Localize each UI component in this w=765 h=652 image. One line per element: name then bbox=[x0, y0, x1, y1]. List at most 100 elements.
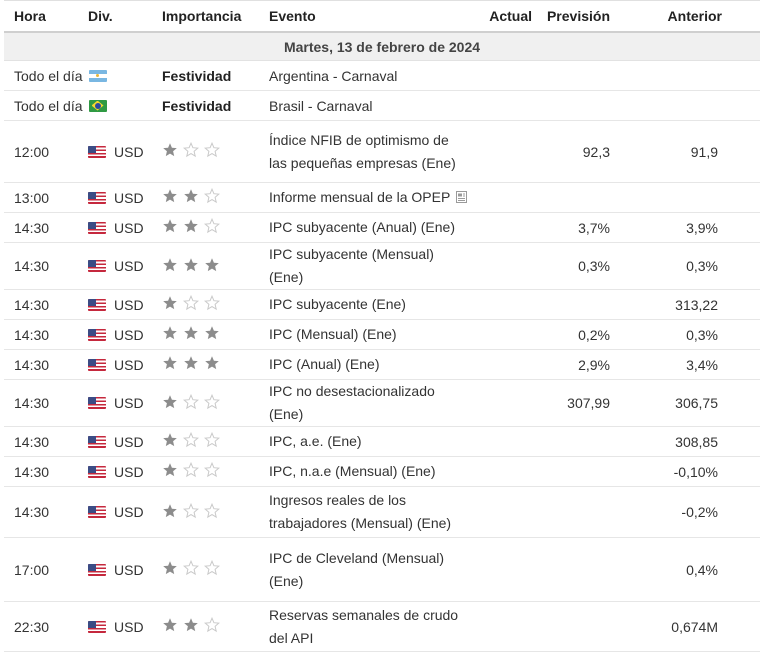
event-row[interactable]: 14:30 USD IPC subyacente (Mensual) (Ene) 0,… bbox=[4, 242, 760, 290]
star-empty-icon bbox=[204, 295, 220, 311]
us-flag-icon bbox=[88, 620, 106, 633]
event-currency: USD bbox=[114, 395, 144, 411]
event-row[interactable]: 14:30 USD IPC (Anual) (Ene) 2,9% 3,4% bbox=[4, 349, 760, 380]
event-row[interactable]: 12:00 USD Índice NFIB de optimismo de las … bbox=[4, 120, 760, 183]
event-forecast: 92,3 bbox=[532, 120, 630, 183]
importance-stars bbox=[162, 325, 220, 341]
document-icon[interactable] bbox=[456, 187, 468, 203]
event-row[interactable]: 22:30 USD Reservas semanales de crudo del … bbox=[4, 601, 760, 652]
holiday-actual bbox=[474, 90, 532, 121]
event-row[interactable]: 14:30 USD IPC subyacente (Ene) 313,22 bbox=[4, 289, 760, 320]
star-empty-icon bbox=[183, 295, 199, 311]
holiday-time: Todo el día bbox=[14, 97, 83, 114]
event-name[interactable]: Índice NFIB de optimismo de las pequeñas… bbox=[269, 132, 456, 171]
event-name[interactable]: IPC (Anual) (Ene) bbox=[269, 356, 379, 372]
header-row: Hora Div. Importancia Evento Actual Prev… bbox=[4, 0, 760, 33]
event-currency: USD bbox=[114, 143, 144, 160]
header-forecast[interactable]: Previsión bbox=[532, 0, 630, 33]
event-currency: USD bbox=[114, 463, 144, 480]
star-filled-icon bbox=[204, 355, 220, 371]
header-previous[interactable]: Anterior bbox=[630, 0, 760, 33]
event-row[interactable]: 17:00 USD IPC de Cleveland (Mensual) (Ene)… bbox=[4, 537, 760, 602]
event-actual bbox=[474, 601, 532, 652]
economic-calendar: Hora Div. Importancia Evento Actual Prev… bbox=[4, 0, 760, 652]
event-name-cell: IPC subyacente (Ene) bbox=[262, 289, 474, 320]
holiday-previous bbox=[630, 90, 760, 121]
holiday-row: Todo el día Festividad Brasil - Carnaval bbox=[4, 90, 760, 121]
holiday-row: Todo el día Festividad Argentina - Carnava… bbox=[4, 60, 760, 91]
header-actual[interactable]: Actual bbox=[474, 0, 532, 33]
event-name-cell: Ingresos reales de los trabajadores (Men… bbox=[262, 486, 474, 538]
star-empty-icon bbox=[204, 502, 220, 519]
importance-stars bbox=[162, 617, 220, 633]
star-filled-icon bbox=[183, 617, 199, 633]
star-filled-icon bbox=[162, 432, 178, 448]
us-flag-icon bbox=[88, 563, 106, 576]
event-currency-cell: USD bbox=[80, 242, 156, 290]
holiday-event[interactable]: Argentina - Carnaval bbox=[262, 60, 474, 91]
event-previous: 3,9% bbox=[630, 212, 760, 243]
holiday-flag bbox=[88, 68, 115, 84]
event-actual bbox=[474, 120, 532, 183]
event-name[interactable]: IPC, a.e. (Ene) bbox=[269, 433, 362, 449]
event-previous: 308,85 bbox=[630, 426, 760, 457]
event-name[interactable]: IPC, n.a.e (Mensual) (Ene) bbox=[269, 463, 436, 479]
event-row[interactable]: 14:30 USD IPC (Mensual) (Ene) 0,2% 0,3% bbox=[4, 319, 760, 350]
event-actual bbox=[474, 349, 532, 380]
event-importance bbox=[156, 242, 262, 290]
event-name[interactable]: IPC subyacente (Anual) (Ene) bbox=[269, 219, 455, 235]
star-filled-icon bbox=[183, 188, 199, 204]
star-filled-icon bbox=[162, 142, 178, 158]
event-forecast bbox=[532, 456, 630, 487]
importance-stars bbox=[162, 355, 220, 371]
event-currency: USD bbox=[114, 356, 144, 373]
event-name[interactable]: IPC subyacente (Mensual) (Ene) bbox=[269, 246, 434, 285]
event-previous: -0,10% bbox=[630, 456, 760, 487]
header-event[interactable]: Evento bbox=[262, 0, 474, 33]
argentina-flag-icon bbox=[88, 69, 107, 82]
importance-stars bbox=[162, 257, 220, 273]
event-actual bbox=[474, 242, 532, 290]
event-row[interactable]: 14:30 USD Ingresos reales de los trabajado… bbox=[4, 486, 760, 538]
header-currency[interactable]: Div. bbox=[80, 0, 156, 33]
star-empty-icon bbox=[204, 462, 220, 478]
header-importance[interactable]: Importancia bbox=[156, 0, 262, 33]
importance-stars bbox=[162, 142, 220, 158]
event-name[interactable]: IPC subyacente (Ene) bbox=[269, 296, 406, 312]
event-previous: -0,2% bbox=[630, 486, 760, 538]
event-name-cell: IPC de Cleveland (Mensual) (Ene) bbox=[262, 537, 474, 602]
holiday-event[interactable]: Brasil - Carnaval bbox=[262, 90, 474, 121]
event-name[interactable]: Informe mensual de la OPEP bbox=[269, 189, 450, 205]
event-time: 14:30 bbox=[4, 379, 80, 427]
header-time[interactable]: Hora bbox=[4, 0, 80, 33]
event-currency: USD bbox=[114, 258, 144, 274]
event-row[interactable]: 14:30 USD IPC, n.a.e (Mensual) (Ene) -0,10% bbox=[4, 456, 760, 487]
event-previous: 91,9 bbox=[630, 120, 760, 183]
star-empty-icon bbox=[204, 142, 220, 158]
importance-stars bbox=[162, 432, 220, 448]
event-actual bbox=[474, 456, 532, 487]
star-filled-icon bbox=[183, 355, 199, 371]
star-empty-icon bbox=[183, 432, 199, 448]
star-empty-icon bbox=[183, 142, 199, 158]
event-name-cell: IPC (Mensual) (Ene) bbox=[262, 319, 474, 350]
event-name[interactable]: Ingresos reales de los trabajadores (Men… bbox=[269, 492, 451, 531]
event-row[interactable]: 14:30 USD IPC no desestacionalizado (Ene) 3… bbox=[4, 379, 760, 427]
event-name-cell: IPC subyacente (Anual) (Ene) bbox=[262, 212, 474, 243]
importance-stars bbox=[162, 295, 220, 311]
event-row[interactable]: 14:30 USD IPC, a.e. (Ene) 308,85 bbox=[4, 426, 760, 457]
star-empty-icon bbox=[183, 462, 199, 478]
us-flag-icon bbox=[88, 221, 106, 234]
event-name[interactable]: IPC de Cleveland (Mensual) (Ene) bbox=[269, 550, 444, 589]
event-row[interactable]: 13:00 USD Informe mensual de la OPEP bbox=[4, 182, 760, 213]
event-currency-cell: USD bbox=[80, 379, 156, 427]
event-row[interactable]: 14:30 USD IPC subyacente (Anual) (Ene) 3,7%… bbox=[4, 212, 760, 243]
event-importance bbox=[156, 379, 262, 427]
event-actual bbox=[474, 486, 532, 538]
event-name[interactable]: IPC (Mensual) (Ene) bbox=[269, 326, 397, 342]
event-previous bbox=[630, 182, 760, 213]
event-importance bbox=[156, 601, 262, 652]
event-name[interactable]: IPC no desestacionalizado (Ene) bbox=[269, 383, 435, 422]
event-name[interactable]: Reservas semanales de crudo del API bbox=[269, 607, 458, 646]
star-filled-icon bbox=[183, 325, 199, 341]
